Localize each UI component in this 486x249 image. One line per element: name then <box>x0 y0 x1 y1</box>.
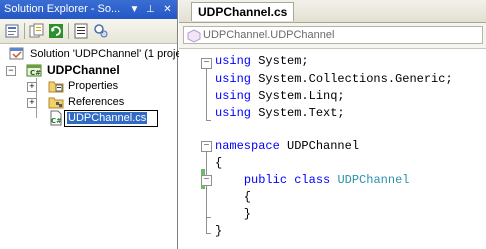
properties-icon[interactable] <box>4 23 20 39</box>
outline-line <box>206 152 207 234</box>
code-text: System.Text; <box>251 106 345 120</box>
toolbar-separator <box>24 23 25 39</box>
collapse-region-icon[interactable]: − <box>201 141 212 152</box>
solution-explorer-titlebar: Solution Explorer - So... ▼ ⊥ ✕ <box>0 0 177 19</box>
type-dropdown[interactable]: UDPChannel.UDPChannel <box>183 26 483 44</box>
project-label: UDPChannel <box>47 63 120 77</box>
navigation-bar: UDPChannel.UDPChannel <box>179 23 486 49</box>
code-type-name: UDPChannel <box>337 173 410 187</box>
view-code-icon[interactable] <box>73 23 89 39</box>
code-text: UDPChannel <box>279 139 360 153</box>
code-line: } <box>215 223 222 239</box>
code-text: System.Collections.Generic; <box>251 72 453 86</box>
svg-text:C#: C# <box>30 69 41 77</box>
csharp-project-icon: C# <box>26 64 42 77</box>
code-line: using System; <box>215 53 309 69</box>
class-icon <box>187 29 201 43</box>
collapse-region-icon[interactable]: − <box>201 58 212 69</box>
code-line: namespace UDPChannel <box>215 138 359 154</box>
code-keyword: class <box>294 173 331 187</box>
code-line: public class UDPChannel <box>215 172 410 188</box>
solution-explorer-title: Solution Explorer - So... <box>4 3 121 15</box>
solution-label: Solution 'UDPChannel' (1 proje <box>30 48 182 60</box>
close-icon[interactable]: ✕ <box>160 2 175 17</box>
type-dropdown-value: UDPChannel.UDPChannel <box>203 29 335 41</box>
refresh-icon[interactable] <box>48 23 64 39</box>
tree-item-properties[interactable]: + Properties <box>0 78 178 94</box>
expand-icon[interactable]: + <box>27 98 37 108</box>
properties-label: Properties <box>68 80 119 92</box>
change-marker <box>201 169 205 175</box>
rename-selected-text[interactable]: UDPChannel.cs <box>67 112 148 124</box>
code-line: { <box>215 189 251 205</box>
code-text: { <box>215 190 252 204</box>
code-keyword: using <box>215 89 252 103</box>
outline-end <box>206 233 211 234</box>
code-keyword: namespace <box>215 139 280 153</box>
collapse-icon[interactable]: − <box>6 66 16 76</box>
code-line: using System.Text; <box>215 105 345 121</box>
tree-item-project[interactable]: − C# UDPChannel <box>0 62 178 78</box>
outline-end <box>206 120 211 121</box>
code-line: } <box>215 206 251 222</box>
tab-udpchannel-cs[interactable]: UDPChannel.cs <box>191 2 295 21</box>
code-keyword: using <box>215 54 252 68</box>
svg-text:C#: C# <box>51 117 62 125</box>
show-all-files-icon[interactable] <box>29 23 45 39</box>
csharp-file-icon: C# <box>50 110 62 126</box>
solution-icon <box>9 47 24 60</box>
references-folder-icon <box>48 97 64 109</box>
properties-folder-icon <box>48 81 64 93</box>
code-text: } <box>215 207 252 221</box>
code-line: using System.Linq; <box>215 88 345 104</box>
view-class-diagram-icon[interactable] <box>93 23 109 39</box>
code-line: using System.Collections.Generic; <box>215 71 453 87</box>
toolbar-separator <box>68 23 69 39</box>
code-line: { <box>215 155 222 171</box>
tree-item-solution[interactable]: Solution 'UDPChannel' (1 proje <box>6 46 182 62</box>
code-keyword: using <box>215 106 252 120</box>
code-text: { <box>215 156 223 170</box>
code-keyword: public <box>243 173 288 187</box>
code-keyword: using <box>215 72 252 86</box>
references-label: References <box>68 96 125 108</box>
code-text: System.Linq; <box>251 89 345 103</box>
change-marker <box>201 185 205 189</box>
document-tab-strip: UDPChannel.cs <box>179 0 486 23</box>
solution-explorer-panel: Solution Explorer - So... ▼ ⊥ ✕ Solution… <box>0 0 182 249</box>
code-text: System; <box>251 54 309 68</box>
solution-explorer-toolbar <box>0 19 177 44</box>
rename-input[interactable]: UDPChannel.cs <box>64 110 158 127</box>
expand-icon[interactable]: + <box>27 82 37 92</box>
outline-line <box>206 69 207 121</box>
outline-end <box>206 217 211 218</box>
tab-label: UDPChannel.cs <box>198 5 288 19</box>
code-text: } <box>215 224 223 238</box>
indicator-margin <box>179 49 191 249</box>
tree-item-references[interactable]: + References <box>0 94 178 110</box>
code-editor[interactable]: using System; using System.Collections.Ge… <box>215 49 486 249</box>
auto-hide-pin-icon[interactable]: ⊥ <box>143 2 158 17</box>
window-position-dropdown-icon[interactable]: ▼ <box>127 2 142 17</box>
outlining-margin: − − − <box>192 49 212 249</box>
